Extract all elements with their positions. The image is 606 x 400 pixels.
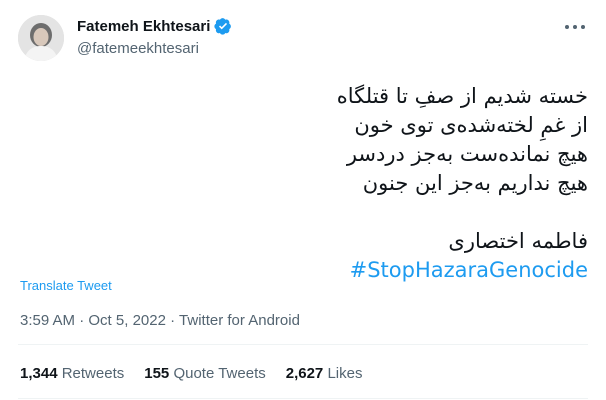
likes-count: 2,627 xyxy=(285,365,328,382)
retweets-count: 1,344 xyxy=(20,365,62,382)
author-info: Fatemeh Ekhtesari @fatemeekhtesari xyxy=(77,16,232,57)
more-options-icon[interactable] xyxy=(563,20,587,34)
tweet-signature: فاطمه اختصاری xyxy=(448,229,588,253)
translate-tweet-link[interactable]: Translate Tweet xyxy=(20,278,112,293)
divider xyxy=(18,344,588,345)
tweet-line: هیچ نمانده‌ست به‌جز دردسر xyxy=(346,142,588,166)
tweet-line: هیچ نداریم به‌جز این جنون xyxy=(362,171,588,195)
retweets-label: Retweets xyxy=(61,365,125,382)
divider xyxy=(18,398,588,399)
avatar-image xyxy=(18,15,64,61)
quote-tweets-stat[interactable]: 155 Quote Tweets xyxy=(144,365,265,382)
author-name-row: Fatemeh Ekhtesari xyxy=(77,16,232,36)
likes-stat[interactable]: 2,627 Likes xyxy=(286,365,363,382)
meta-separator: · xyxy=(79,312,89,329)
tweet-date[interactable]: Oct 5, 2022 xyxy=(88,312,166,329)
tweet-time[interactable]: 3:59 AM xyxy=(20,312,75,329)
tweet-meta: 3:59 AM · Oct 5, 2022 · Twitter for Andr… xyxy=(20,312,300,329)
tweet-stats: 1,344 Retweets 155 Quote Tweets 2,627 Li… xyxy=(20,365,382,382)
tweet-line: خسته شدیم از صفِ تا قتلگاه xyxy=(336,84,588,108)
tweet-line: از غمِ لخته‌شده‌ی توی خون xyxy=(354,113,588,137)
quote-tweets-count: 155 xyxy=(144,365,174,382)
avatar[interactable] xyxy=(18,15,64,61)
verified-badge-icon xyxy=(214,18,232,35)
tweet-card: Fatemeh Ekhtesari @fatemeekhtesari خسته … xyxy=(0,0,606,400)
retweets-stat[interactable]: 1,344 Retweets xyxy=(20,365,124,382)
line-break xyxy=(28,198,588,227)
hashtag-link[interactable]: #StopHazaraGenocide xyxy=(28,256,588,285)
quote-tweets-label: Quote Tweets xyxy=(173,365,266,382)
tweet-source: Twitter for Android xyxy=(179,312,300,329)
meta-separator: · xyxy=(170,312,180,329)
author-handle[interactable]: @fatemeekhtesari xyxy=(77,40,232,57)
author-name[interactable]: Fatemeh Ekhtesari xyxy=(77,18,210,35)
tweet-text: خسته شدیم از صفِ تا قتلگاه از غمِ لخته‌ش… xyxy=(28,82,588,285)
likes-label: Likes xyxy=(327,365,363,382)
